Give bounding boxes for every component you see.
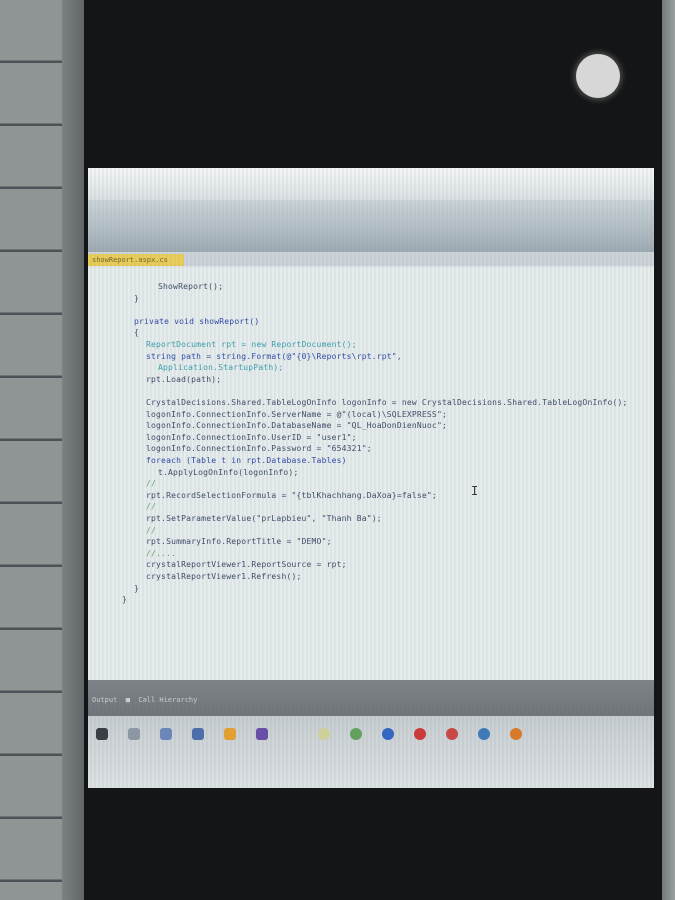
code-line: foreach (Table t in rpt.Database.Tables): [146, 456, 347, 465]
text-cursor: I: [471, 484, 479, 498]
code-line: logonInfo.ConnectionInfo.DatabaseName = …: [146, 421, 447, 431]
ide-toolbar: [88, 200, 654, 258]
code-line: }: [134, 293, 140, 303]
code-line: rpt.Load(path);: [146, 374, 222, 384]
windows-taskbar: [88, 716, 654, 788]
code-line: Application.StartupPath);: [158, 363, 284, 373]
app-blue-icon[interactable]: [382, 728, 394, 740]
code-line: rpt.RecordSelectionFormula = "{tblKhachh…: [146, 490, 437, 500]
app-orange-icon[interactable]: [510, 728, 522, 740]
code-line: CrystalDecisions.Shared.TableLogOnInfo l…: [146, 398, 628, 407]
chrome-icon[interactable]: [318, 728, 330, 740]
code-line: }: [134, 583, 140, 593]
opera-icon[interactable]: [414, 728, 426, 740]
tab-active-file[interactable]: showReport.aspx.cs: [88, 254, 184, 266]
code-line: //....: [146, 548, 177, 558]
code-line: {: [134, 328, 140, 338]
code-line: crystalReportViewer1.Refresh();: [146, 572, 302, 581]
code-line: ShowReport();: [158, 282, 224, 291]
code-line: crystalReportViewer1.ReportSource = rpt;: [146, 560, 347, 570]
window-title-bar: [88, 168, 654, 200]
search-icon[interactable]: [128, 728, 140, 740]
vs-icon[interactable]: [256, 728, 268, 740]
code-line: string path = string.Format(@"{0}\Report…: [146, 351, 402, 361]
start-icon[interactable]: [96, 728, 108, 740]
task-view-icon[interactable]: [160, 728, 172, 740]
code-editor[interactable]: ShowReport();} private void showReport() {…: [88, 268, 654, 688]
app-square-icon[interactable]: [478, 728, 490, 740]
code-line: t.ApplyLogOnInfo(logonInfo);: [158, 467, 299, 477]
code-line: //: [146, 502, 157, 512]
app-red-icon[interactable]: [446, 728, 458, 740]
code-line: ReportDocument rpt = new ReportDocument(…: [146, 340, 357, 349]
code-line: logonInfo.ConnectionInfo.ServerName = @"…: [146, 409, 447, 419]
code-line: }: [122, 595, 128, 605]
camera-icon: [576, 54, 620, 98]
code-line: rpt.SetParameterValue("prLapbieu", "Than…: [146, 514, 382, 523]
store-icon[interactable]: [224, 728, 236, 740]
app-green-icon[interactable]: [350, 728, 362, 740]
laptop-screen: showReport.aspx.cs ShowReport();} private…: [88, 168, 654, 788]
code-line: //: [146, 479, 157, 489]
code-line: //: [146, 525, 157, 535]
code-line: logonInfo.ConnectionInfo.UserID = "user1…: [146, 432, 357, 442]
file-explorer-icon[interactable]: [192, 728, 204, 740]
code-line: rpt.SummaryInfo.ReportTitle = "DEMO";: [146, 537, 332, 547]
output-tab[interactable]: Output ■ Call Hierarchy: [92, 696, 197, 704]
code-line: logonInfo.ConnectionInfo.Password = "654…: [146, 444, 372, 454]
code-line: private void showReport(): [134, 316, 260, 326]
